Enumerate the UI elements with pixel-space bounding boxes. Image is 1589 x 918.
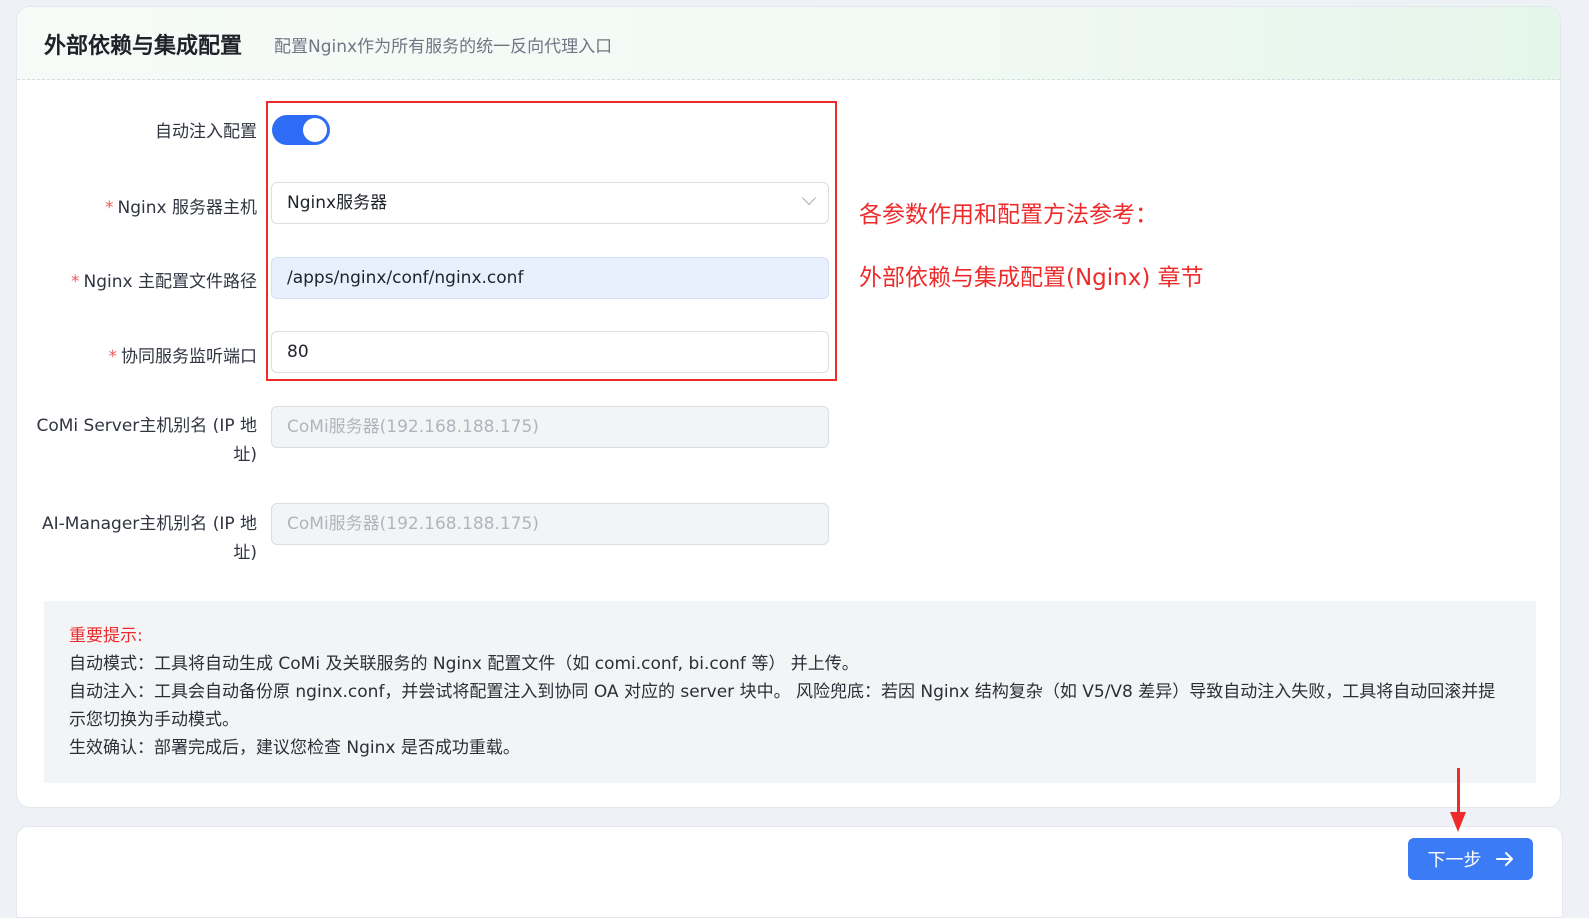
toggle-knob <box>303 118 327 142</box>
comi-alias-label: CoMi Server主机别名 (IP 地址) <box>36 416 257 465</box>
required-mark: * <box>108 347 118 367</box>
card-header: 外部依赖与集成配置 配置Nginx作为所有服务的统一反向代理入口 <box>17 7 1560 80</box>
nginx-host-label: * Nginx 服务器主机 <box>105 198 257 218</box>
annotation-arrow-head <box>1450 812 1466 832</box>
nginx-conf-path-input[interactable]: /apps/nginx/conf/nginx.conf <box>271 257 829 299</box>
next-step-button[interactable]: 下一步 <box>1408 838 1533 880</box>
nginx-host-value: Nginx服务器 <box>287 193 388 213</box>
notice-line: 自动注入：工具会自动备份原 nginx.conf，并尝试将配置注入到协同 OA … <box>69 682 1496 730</box>
listen-port-value: 80 <box>287 342 309 362</box>
annotation-line-2: 外部依赖与集成配置(Nginx) 章节 <box>859 265 1204 291</box>
page-title: 外部依赖与集成配置 <box>44 34 243 59</box>
auto-inject-toggle[interactable] <box>272 115 330 145</box>
notice-panel: 重要提示: 自动模式：工具将自动生成 CoMi 及关联服务的 Nginx 配置文… <box>44 601 1536 783</box>
nginx-conf-path-value: /apps/nginx/conf/nginx.conf <box>287 268 524 288</box>
notice-line: 生效确认：部署完成后，建议您检查 Nginx 是否成功重载。 <box>69 738 520 758</box>
aimanager-alias-placeholder: CoMi服务器(192.168.188.175) <box>287 514 539 534</box>
comi-alias-placeholder: CoMi服务器(192.168.188.175) <box>287 417 539 437</box>
nginx-host-select[interactable]: Nginx服务器 <box>271 182 829 224</box>
required-mark: * <box>105 198 114 218</box>
chevron-down-icon <box>801 190 817 206</box>
notice-line: 自动模式：工具将自动生成 CoMi 及关联服务的 Nginx 配置文件（如 co… <box>69 654 859 674</box>
page-subtitle: 配置Nginx作为所有服务的统一反向代理入口 <box>274 37 613 57</box>
next-step-label: 下一步 <box>1427 850 1482 871</box>
annotation-arrow-shaft <box>1457 768 1460 816</box>
aimanager-alias-label: AI-Manager主机别名 (IP 地址) <box>42 514 257 563</box>
comi-alias-input[interactable]: CoMi服务器(192.168.188.175) <box>271 406 829 448</box>
aimanager-alias-input[interactable]: CoMi服务器(192.168.188.175) <box>271 503 829 545</box>
config-card: 外部依赖与集成配置 配置Nginx作为所有服务的统一反向代理入口 自动注入配置 … <box>16 6 1561 808</box>
nginx-conf-label: * Nginx 主配置文件路径 <box>71 272 257 292</box>
auto-inject-label: 自动注入配置 <box>155 122 257 142</box>
required-mark: * <box>71 272 80 292</box>
annotation-line-1: 各参数作用和配置方法参考： <box>859 202 1158 228</box>
listen-port-input[interactable]: 80 <box>271 331 829 373</box>
arrow-right-icon <box>1495 852 1513 866</box>
notice-title: 重要提示: <box>69 626 143 646</box>
listen-port-label: * 协同服务监听端口 <box>108 347 258 367</box>
footer-bar <box>16 826 1563 918</box>
